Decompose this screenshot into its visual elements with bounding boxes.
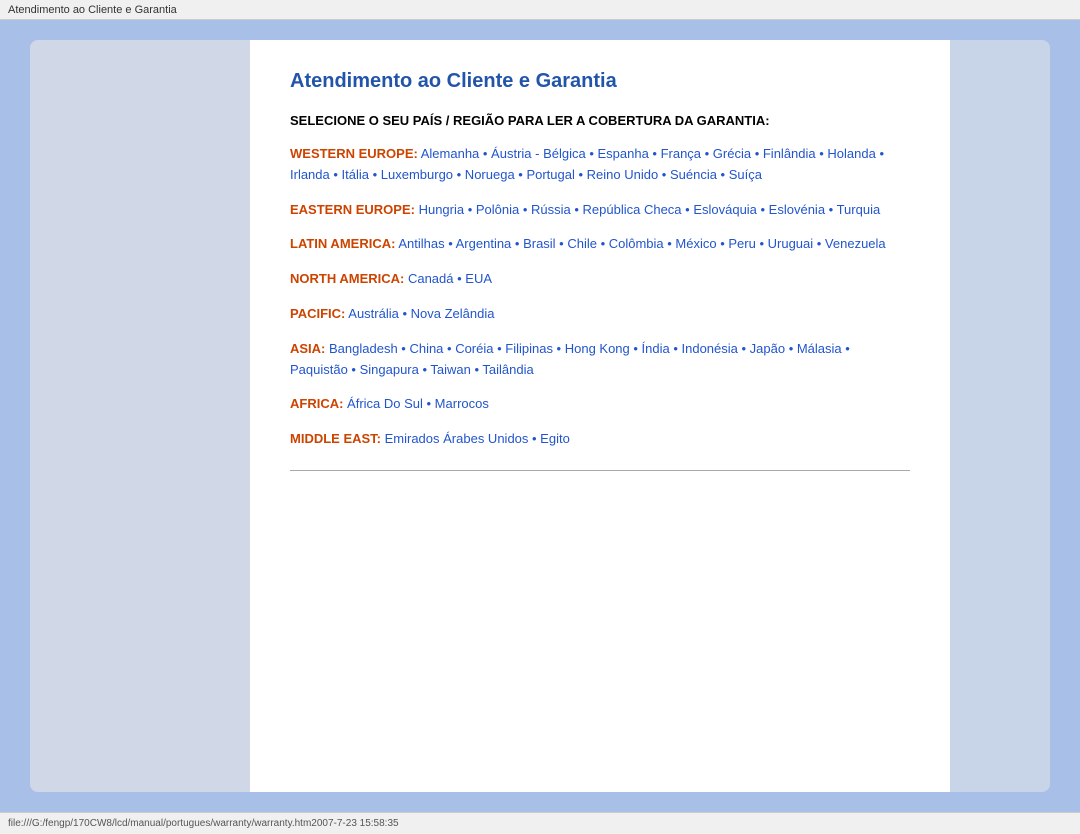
regions-container: WESTERN EUROPE: Alemanha • Áustria - Bél… (290, 144, 910, 450)
region-text-eastern-europe: Hungria • Polônia • Rússia • República C… (415, 202, 880, 217)
right-panel (950, 40, 1050, 792)
region-label-north-america: NORTH AMERICA: (290, 271, 404, 286)
main-content: Atendimento ao Cliente e Garantia SELECI… (250, 40, 950, 792)
region-text-latin-america: Antilhas • Argentina • Brasil • Chile • … (395, 236, 885, 251)
left-panel (30, 40, 250, 792)
content-divider (290, 470, 910, 471)
region-north-america: NORTH AMERICA: Canadá • EUA (290, 269, 910, 290)
region-label-africa: AFRICA: (290, 396, 343, 411)
region-label-asia: ASIA: (290, 341, 325, 356)
region-text-north-america: Canadá • EUA (404, 271, 492, 286)
region-text-asia: Bangladesh • China • Coréia • Filipinas … (290, 341, 850, 377)
page-title: Atendimento ao Cliente e Garantia (290, 70, 910, 93)
region-pacific: PACIFIC: Austrália • Nova Zelândia (290, 304, 910, 325)
region-text-middle-east: Emirados Árabes Unidos • Egito (381, 431, 570, 446)
region-label-middle-east: MIDDLE EAST: (290, 431, 381, 446)
region-label-western-europe: WESTERN EUROPE: (290, 146, 418, 161)
region-label-eastern-europe: EASTERN EUROPE: (290, 202, 415, 217)
intro-text: SELECIONE O SEU PAÍS / Região PARA LER A… (290, 113, 910, 128)
region-latin-america: LATIN AMERICA: Antilhas • Argentina • Br… (290, 234, 910, 255)
region-western-europe: WESTERN EUROPE: Alemanha • Áustria - Bél… (290, 144, 910, 186)
region-middle-east: MIDDLE EAST: Emirados Árabes Unidos • Eg… (290, 429, 910, 450)
title-bar-text: Atendimento ao Cliente e Garantia (8, 4, 177, 16)
status-bar-text: file:///G:/fengp/170CW8/lcd/manual/portu… (8, 818, 399, 829)
title-bar: Atendimento ao Cliente e Garantia (0, 0, 1080, 20)
browser-body: Atendimento ao Cliente e Garantia SELECI… (0, 20, 1080, 812)
region-africa: AFRICA: África Do Sul • Marrocos (290, 394, 910, 415)
region-text-pacific: Austrália • Nova Zelândia (345, 306, 494, 321)
region-label-pacific: PACIFIC: (290, 306, 345, 321)
region-text-africa: África Do Sul • Marrocos (343, 396, 488, 411)
status-bar: file:///G:/fengp/170CW8/lcd/manual/portu… (0, 812, 1080, 834)
region-eastern-europe: EASTERN EUROPE: Hungria • Polônia • Rúss… (290, 200, 910, 221)
region-label-latin-america: LATIN AMERICA: (290, 236, 395, 251)
region-asia: ASIA: Bangladesh • China • Coréia • Fili… (290, 339, 910, 381)
